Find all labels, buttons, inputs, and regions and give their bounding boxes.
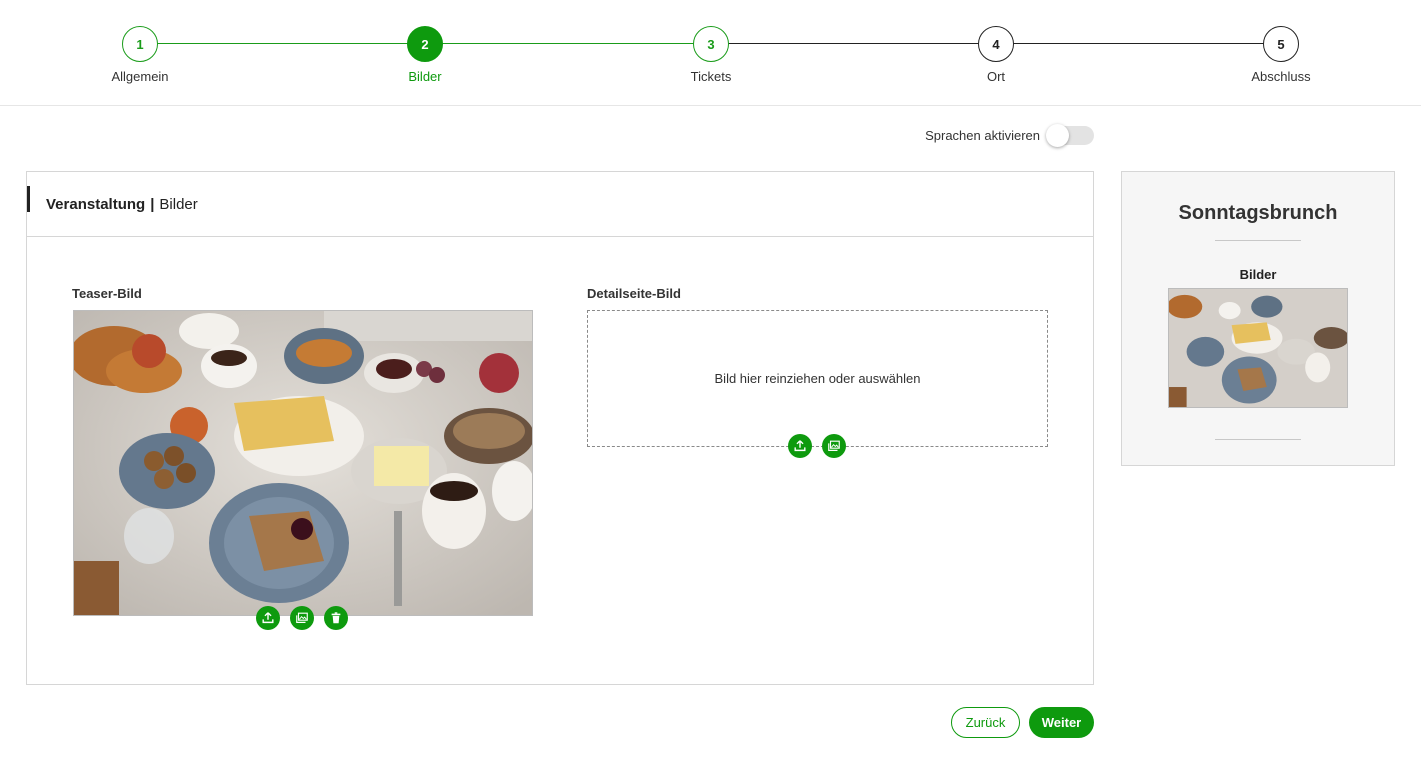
detail-image-dropzone[interactable]: Bild hier reinziehen oder auswählen — [587, 310, 1048, 447]
upload-button[interactable] — [788, 434, 812, 458]
step-number: 2 — [407, 26, 443, 62]
card-header: Veranstaltung | Bilder — [27, 172, 1093, 237]
step-number: 1 — [122, 26, 158, 62]
gallery-button[interactable] — [822, 434, 846, 458]
step-label: Tickets — [690, 69, 732, 84]
teaser-image-actions — [256, 606, 348, 630]
upload-icon — [262, 612, 274, 624]
language-toggle-label: Sprachen aktivieren — [925, 128, 1040, 143]
step-abschluss[interactable]: 5 Abschluss — [1211, 26, 1351, 84]
progress-stepper: 1 Allgemein 2 Bilder 3 Tickets 4 Ort 5 A… — [0, 0, 1421, 106]
detail-image-label: Detailseite-Bild — [587, 286, 681, 301]
divider — [1215, 439, 1301, 440]
step-number: 5 — [1263, 26, 1299, 62]
upload-button[interactable] — [256, 606, 280, 630]
step-bilder[interactable]: 2 Bilder — [355, 26, 495, 84]
step-allgemein[interactable]: 1 Allgemein — [70, 26, 210, 84]
language-toggle-switch[interactable] — [1046, 124, 1094, 147]
card-title-rest: Bilder — [159, 195, 198, 213]
step-label: Bilder — [408, 69, 442, 84]
preview-images-label: Bilder — [1239, 267, 1277, 282]
toggle-knob — [1046, 124, 1069, 147]
title-separator: | — [150, 195, 155, 213]
detail-image-actions — [788, 434, 846, 458]
language-toggle-row: Sprachen aktivieren — [925, 124, 1094, 147]
step-label: Abschluss — [1251, 69, 1311, 84]
breakfast-table-photo — [74, 311, 532, 615]
upload-icon — [794, 440, 806, 452]
card-title-bold: Veranstaltung — [46, 195, 146, 213]
next-button[interactable]: Weiter — [1029, 707, 1094, 738]
step-tickets[interactable]: 3 Tickets — [641, 26, 781, 84]
step-number: 3 — [693, 26, 729, 62]
delete-button[interactable] — [324, 606, 348, 630]
divider — [1215, 240, 1301, 241]
step-ort[interactable]: 4 Ort — [926, 26, 1066, 84]
event-preview-panel: Sonntagsbrunch Bilder — [1121, 171, 1395, 466]
gallery-button[interactable] — [290, 606, 314, 630]
gallery-icon — [828, 440, 840, 451]
dropzone-text: Bild hier reinziehen oder auswählen — [714, 371, 921, 386]
step-label: Allgemein — [111, 69, 169, 84]
teaser-image — [73, 310, 533, 616]
gallery-icon — [296, 612, 308, 623]
step-label: Ort — [986, 69, 1006, 84]
back-button[interactable]: Zurück — [951, 707, 1020, 738]
teaser-image-label: Teaser-Bild — [72, 286, 142, 301]
trash-icon — [331, 612, 341, 624]
step-number: 4 — [978, 26, 1014, 62]
preview-title: Sonntagsbrunch — [1178, 202, 1338, 224]
preview-image — [1168, 288, 1348, 408]
breakfast-table-thumbnail — [1169, 289, 1347, 407]
images-card: Veranstaltung | Bilder Teaser-Bild Detai… — [26, 171, 1094, 685]
